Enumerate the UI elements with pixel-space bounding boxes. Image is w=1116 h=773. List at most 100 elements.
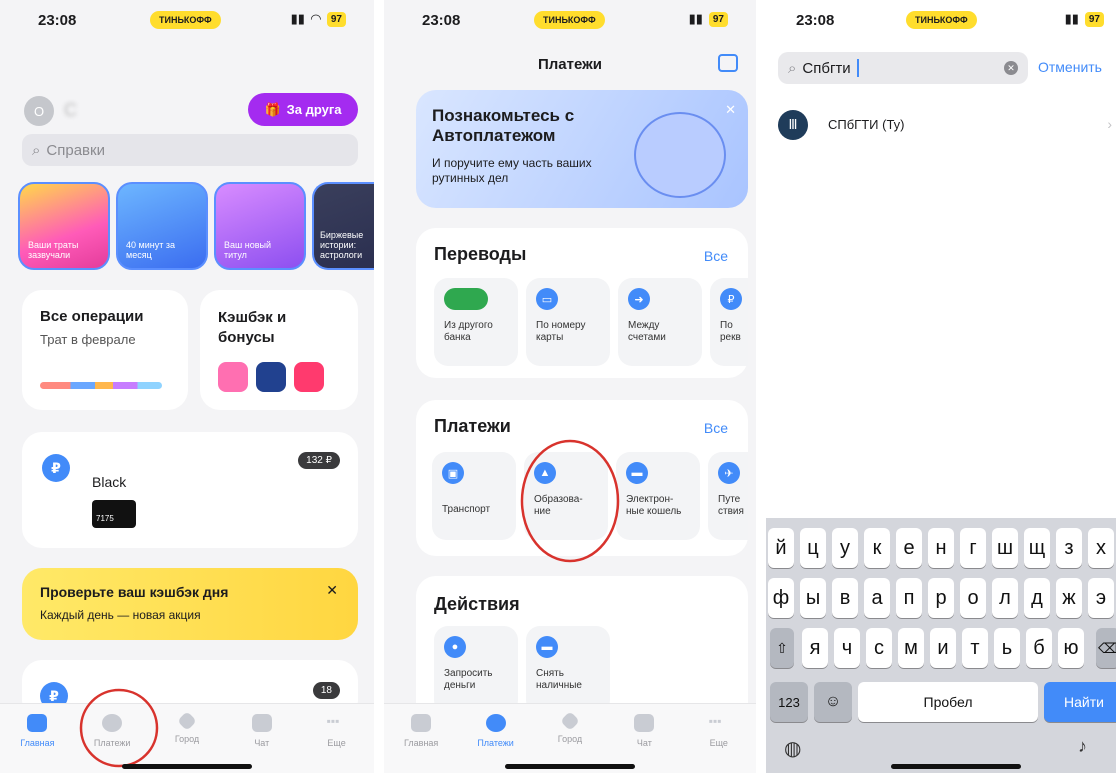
scan-icon[interactable] — [718, 54, 738, 72]
letter-key[interactable]: ь — [994, 628, 1020, 668]
avatar[interactable]: О — [24, 96, 54, 126]
letter-key[interactable]: р — [928, 578, 954, 618]
cashback-promo-banner[interactable]: Проверьте ваш кэшбэк дня Каждый день — н… — [22, 568, 358, 640]
cancel-button[interactable]: Отменить — [1038, 59, 1102, 75]
letter-key[interactable]: в — [832, 578, 858, 618]
letter-key[interactable]: з — [1056, 528, 1082, 568]
letter-key[interactable]: ф — [768, 578, 794, 618]
search-key[interactable]: Найти — [1044, 682, 1116, 722]
mascot-illustration — [634, 112, 726, 198]
transfer-by-card[interactable]: ▭ По номеру карты — [526, 278, 610, 366]
partner-icon — [256, 362, 286, 392]
globe-icon[interactable]: ◍ — [784, 736, 801, 761]
payment-transport[interactable]: ▣ Транспорт — [432, 452, 516, 540]
status-time: 23:08 — [38, 12, 77, 29]
payment-travel[interactable]: ✈ Путе ствия — [708, 452, 748, 540]
letter-key[interactable]: с — [866, 628, 892, 668]
home-indicator — [891, 764, 1021, 769]
letter-key[interactable]: и — [930, 628, 956, 668]
story-card[interactable]: Биржевые истории: астрологи — [312, 182, 374, 270]
letter-key[interactable]: ц — [800, 528, 826, 568]
story-card[interactable]: 40 минут за месяц — [116, 182, 208, 270]
letter-key[interactable]: д — [1024, 578, 1050, 618]
letter-key[interactable]: к — [864, 528, 890, 568]
numbers-key[interactable]: 123 — [770, 682, 808, 722]
payments-all-link[interactable]: Все — [704, 420, 728, 436]
tab-home[interactable]: Главная — [7, 714, 67, 773]
red-circle-annotation — [520, 439, 620, 563]
space-key[interactable]: Пробел — [858, 682, 1038, 722]
letter-key[interactable]: б — [1026, 628, 1052, 668]
letter-key[interactable]: н — [928, 528, 954, 568]
page-title: Платежи — [538, 56, 602, 73]
shift-key[interactable]: ⇧ — [770, 628, 794, 668]
bank-badge: ТИНЬКОФФ — [534, 11, 605, 29]
transfer-by-details[interactable]: ₽ По рекв — [710, 278, 748, 366]
ruble-icon: ₽ — [720, 288, 742, 310]
wallet-icon: ▬ — [626, 462, 648, 484]
card-icon: ▭ — [536, 288, 558, 310]
letter-key[interactable]: ю — [1058, 628, 1084, 668]
tab-more[interactable]: ▪▪▪ Еще — [307, 714, 367, 773]
chat-icon — [634, 714, 655, 732]
microphone-icon[interactable]: ♪ — [1078, 736, 1087, 757]
action-request-money[interactable]: ● Запросить деньги — [434, 626, 518, 714]
clear-icon[interactable]: ✕ — [1004, 61, 1018, 75]
letter-key[interactable]: я — [802, 628, 828, 668]
letter-key[interactable]: ч — [834, 628, 860, 668]
cashback-title: Кэшбэк и бонусы — [218, 309, 287, 346]
backspace-key[interactable]: ⌫ — [1096, 628, 1116, 668]
battery-indicator: 97 — [708, 11, 728, 27]
letter-key[interactable]: й — [768, 528, 794, 568]
letter-key[interactable]: п — [896, 578, 922, 618]
letter-key[interactable]: х — [1088, 528, 1114, 568]
letter-key[interactable]: ж — [1056, 578, 1082, 618]
letter-key[interactable]: ы — [800, 578, 826, 618]
signal-icon: ▮▮ — [290, 11, 305, 26]
letter-key[interactable]: т — [962, 628, 988, 668]
banner-title: Познакомьтесь с Автоплатежом — [432, 106, 575, 145]
letter-key[interactable]: л — [992, 578, 1018, 618]
account-card[interactable]: ₽ Black 132 ₽ 7175 — [22, 432, 358, 548]
letter-key[interactable]: э — [1088, 578, 1114, 618]
user-name[interactable]: С — [64, 100, 154, 121]
university-logo-icon: Ⅲ — [778, 110, 808, 140]
story-card[interactable]: Ваши траты зазвучали — [18, 182, 110, 270]
more-icon: ▪▪▪ — [326, 714, 340, 728]
letter-key[interactable]: а — [864, 578, 890, 618]
payments-section: Платежи Все ▣ Транспорт ▲ Образова-ние ▬ Эл… — [416, 400, 748, 563]
search-icon: ⌕ — [32, 141, 41, 159]
emoji-key[interactable]: ☺ — [814, 682, 852, 722]
letter-key[interactable]: щ — [1024, 528, 1050, 568]
letter-key[interactable]: у — [832, 528, 858, 568]
transfer-between-accounts[interactable]: ➜ Между счетами — [618, 278, 702, 366]
transfer-other-bank[interactable]: Из другого банка — [434, 278, 518, 366]
count-badge: 18 — [312, 682, 340, 699]
ruble-icon: ₽ — [42, 454, 70, 482]
close-icon[interactable]: ✕ — [326, 582, 338, 599]
letter-key[interactable]: м — [898, 628, 924, 668]
invite-friend-button[interactable]: 🎁 За друга — [248, 93, 358, 126]
autopay-banner[interactable]: Познакомьтесь с Автоплатежом И поручите … — [416, 90, 748, 208]
letter-key[interactable]: е — [896, 528, 922, 568]
all-operations-card[interactable]: Все операции Трат в феврале — [22, 290, 188, 410]
payment-ewallet[interactable]: ▬ Электрон-ные кошель — [616, 452, 700, 540]
search-result-item[interactable]: Ⅲ СПбГТИ (Ту) › — [778, 106, 1116, 146]
search-input[interactable]: ⌕ Спбгти ✕ — [778, 52, 1028, 84]
status-bar: 23:08 ТИНЬКОФФ ▮▮ ◠ 97 — [0, 10, 374, 30]
arrow-icon: ➜ — [628, 288, 650, 310]
cashback-card[interactable]: Кэшбэк и бонусы — [200, 290, 358, 410]
letter-key[interactable]: о — [960, 578, 986, 618]
status-bar: 23:08 ТИНЬКОФФ ▮▮ 97 — [766, 10, 1116, 30]
result-title: СПбГТИ (Ту) — [828, 117, 905, 132]
letter-key[interactable]: ш — [992, 528, 1018, 568]
close-icon[interactable]: ✕ — [725, 102, 736, 118]
story-card[interactable]: Ваш новый титул — [214, 182, 306, 270]
search-input[interactable]: ⌕ Справки — [22, 134, 358, 166]
action-withdraw-cash[interactable]: ▬ Снять наличные — [526, 626, 610, 714]
letter-key[interactable]: г — [960, 528, 986, 568]
transfers-all-link[interactable]: Все — [704, 248, 728, 264]
tab-more[interactable]: ▪▪▪ Еще — [689, 714, 749, 773]
cashback-badge: 132 ₽ — [298, 452, 340, 469]
tab-home[interactable]: Главная — [391, 714, 451, 773]
